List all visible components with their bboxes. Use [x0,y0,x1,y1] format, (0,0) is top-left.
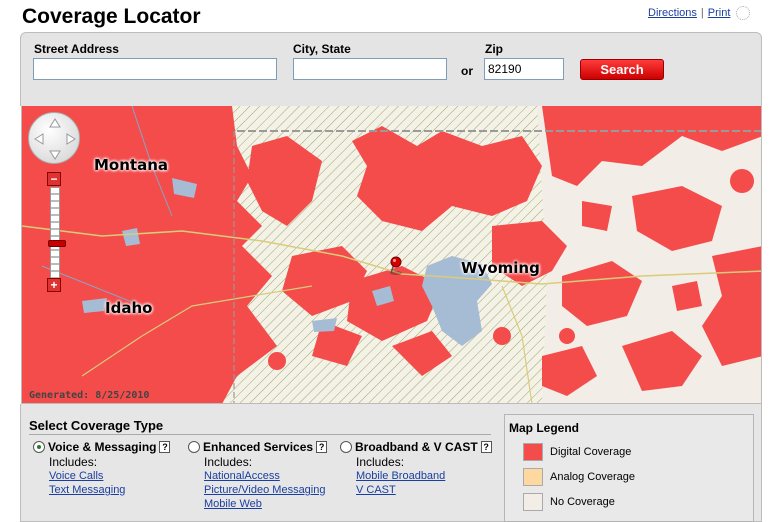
search-button[interactable]: Search [580,59,664,80]
print-link[interactable]: Print [708,7,731,19]
coverage-option-header[interactable]: Broadband & V CAST? [340,440,492,454]
link-nationalaccess[interactable]: NationalAccess [204,469,327,483]
link-vcast[interactable]: V CAST [356,483,492,497]
legend-item-none: No Coverage [523,493,615,511]
page-title: Coverage Locator [22,5,201,28]
legend-title: Map Legend [509,421,580,435]
legend-swatch-analog [523,468,543,486]
zoom-out-button[interactable]: − [47,172,61,186]
map-generated-date: Generated: 8/25/2010 [29,390,150,401]
includes-label: Includes: [356,455,405,469]
coverage-option-name: Enhanced Services [203,440,314,454]
coverage-option-header[interactable]: Enhanced Services? [188,440,328,454]
radio-voice[interactable] [33,441,45,453]
link-mobile-broadband[interactable]: Mobile Broadband [356,469,492,483]
map-canvas [22,106,761,403]
city-state-label: City, State [293,42,351,56]
legend-swatch-none [523,493,543,511]
coverage-option-name: Broadband & V CAST [355,440,478,454]
help-icon[interactable]: ? [316,441,328,453]
zip-input[interactable] [484,58,564,80]
zoom-slider-track[interactable] [48,187,66,279]
map-legend: Map Legend Digital Coverage Analog Cover… [504,414,754,522]
legend-item-analog: Analog Coverage [523,468,635,486]
or-text: or [461,64,473,78]
link-separator: | [700,6,704,19]
coverage-options-panel: Select Coverage Type Voice & Messaging? … [20,404,762,522]
legend-swatch-digital [523,443,543,461]
map-label-montana: Montana [94,156,169,174]
city-state-input[interactable] [293,58,447,80]
street-address-label: Street Address [34,42,119,56]
radio-broadband[interactable] [340,441,352,453]
link-picture-video-messaging[interactable]: Picture/Video Messaging [204,483,327,497]
coverage-map[interactable]: Montana Idaho Wyoming − + Generated: 8/2… [21,106,762,404]
legend-label: Analog Coverage [550,470,636,483]
includes-label: Includes: [204,455,253,469]
map-pan-control[interactable] [28,112,80,164]
coverage-option-header[interactable]: Voice & Messaging? [33,440,171,454]
zoom-slider-thumb[interactable] [48,240,66,247]
legend-label: Digital Coverage [550,445,632,458]
top-links: Directions | Print [648,6,751,20]
coverage-option-broadband: Broadband & V CAST? Includes: Mobile Bro… [340,440,492,497]
search-panel: Street Address City, State or Zip Search [20,32,762,106]
help-icon[interactable]: ? [159,441,171,453]
zoom-control: − + [47,172,66,294]
coverage-option-voice: Voice & Messaging? Includes: Voice Calls… [33,440,171,497]
street-address-input[interactable] [33,58,277,80]
zoom-in-button[interactable]: + [47,278,61,292]
map-label-idaho: Idaho [105,299,153,317]
coverage-option-enhanced: Enhanced Services? Includes: NationalAcc… [188,440,328,511]
zip-label: Zip [485,42,503,56]
legend-label: No Coverage [550,495,615,508]
coverage-option-name: Voice & Messaging [48,440,157,454]
legend-item-digital: Digital Coverage [523,443,631,461]
includes-label: Includes: [49,455,98,469]
radio-enhanced[interactable] [188,441,200,453]
loading-icon [736,6,751,20]
help-icon[interactable]: ? [480,441,492,453]
link-text-messaging[interactable]: Text Messaging [49,483,170,497]
directions-link[interactable]: Directions [648,7,697,19]
map-label-wyoming: Wyoming [461,259,540,277]
link-voice-calls[interactable]: Voice Calls [49,469,170,483]
link-mobile-web[interactable]: Mobile Web [204,497,327,511]
location-pin-icon[interactable] [388,256,404,276]
coverage-type-title: Select Coverage Type [29,418,164,433]
divider [29,434,491,435]
